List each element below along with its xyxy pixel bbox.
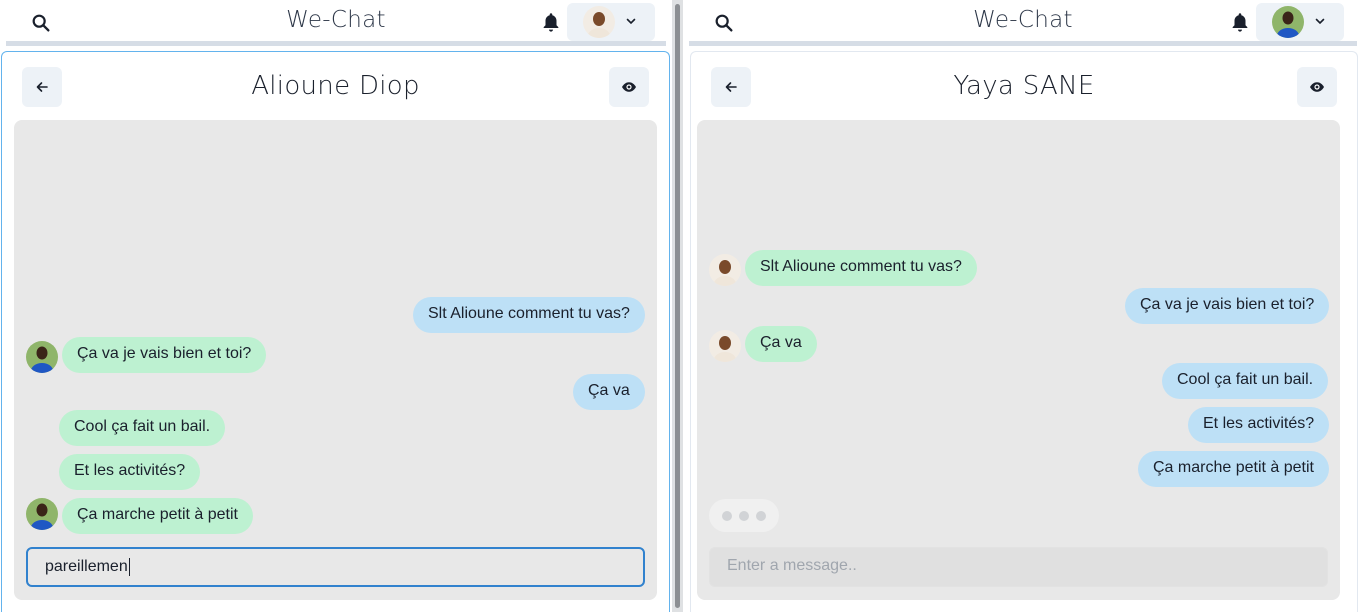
message-input[interactable]: Enter a message.. — [709, 547, 1328, 587]
bell-icon[interactable] — [1229, 11, 1251, 33]
user-menu-button[interactable] — [567, 3, 655, 41]
typing-indicator — [709, 499, 779, 532]
chat-title: Alioune Diop — [251, 71, 420, 101]
user-menu-button[interactable] — [1256, 3, 1344, 41]
avatar — [583, 6, 615, 38]
typing-dot — [722, 511, 732, 521]
pane-scrollbar[interactable] — [672, 0, 683, 612]
sender-avatar — [709, 254, 741, 286]
typing-dot — [739, 511, 749, 521]
avatar — [1272, 6, 1304, 38]
message-input-value: pareillemen — [45, 558, 128, 575]
top-bar: We-Chat — [6, 0, 666, 46]
message-bubble: Slt Alioune comment tu vas? — [745, 250, 977, 286]
top-bar: We-Chat — [689, 0, 1357, 46]
chat-header: Yaya SANE — [691, 52, 1357, 120]
sender-avatar — [26, 341, 58, 373]
sender-avatar — [26, 498, 58, 530]
message-input[interactable]: pareillemen — [26, 547, 645, 587]
chat-header: Alioune Diop — [2, 52, 669, 120]
message-bubble: Cool ça fait un bail. — [59, 410, 226, 446]
chat-pane-alioune: We-Chat Alioune Diop Slt Alioune comment… — [0, 0, 672, 612]
chat-pane-yaya: We-Chat Yaya SANE Slt Alioune comment tu… — [683, 0, 1365, 612]
message-bubble: Et les activités? — [1188, 407, 1330, 443]
text-caret — [128, 557, 130, 576]
eye-icon — [622, 82, 636, 92]
message-bubble: Ça marche petit à petit — [1138, 451, 1329, 487]
dual-chat-window: We-Chat Alioune Diop Slt Alioune comment… — [0, 0, 1365, 612]
view-profile-button[interactable] — [609, 67, 649, 107]
message-bubble: Ça va je vais bien et toi? — [1125, 288, 1330, 324]
message-bubble: Ça va — [745, 326, 817, 362]
chevron-down-icon — [1315, 18, 1325, 25]
scrollbar-thumb[interactable] — [675, 4, 680, 608]
message-bubble: Ça marche petit à petit — [62, 498, 253, 534]
message-bubble: Slt Alioune comment tu vas? — [413, 297, 645, 333]
view-profile-button[interactable] — [1297, 67, 1337, 107]
message-bubble: Cool ça fait un bail. — [1162, 363, 1329, 399]
message-bubble: Ça va je vais bien et toi? — [62, 337, 267, 373]
eye-icon — [1310, 82, 1324, 92]
message-bubble: Ça va — [573, 374, 645, 410]
chevron-down-icon — [626, 18, 636, 25]
message-bubble: Et les activités? — [59, 454, 201, 490]
typing-dot — [756, 511, 766, 521]
chat-title: Yaya SANE — [953, 71, 1095, 101]
message-input-placeholder: Enter a message.. — [727, 557, 857, 574]
sender-avatar — [709, 330, 741, 362]
bell-icon[interactable] — [540, 11, 562, 33]
